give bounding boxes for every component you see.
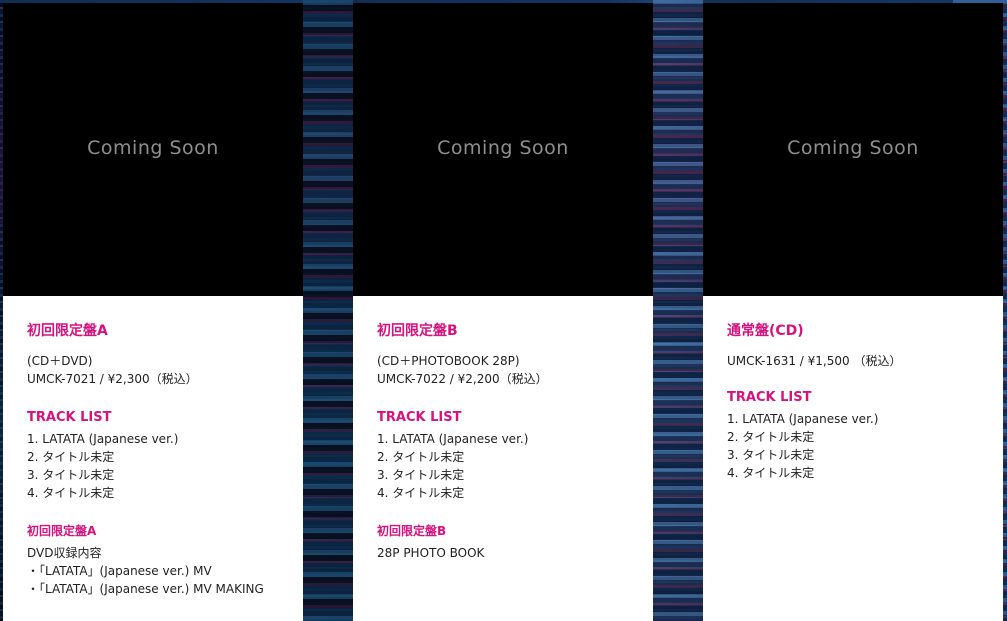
jacket-image-placeholder: Coming Soon (703, 3, 1003, 296)
tracklist-heading: TRACK LIST (727, 390, 812, 405)
edition-info: 初回限定盤B (CD＋PHOTOBOOK 28P) UMCK-7022 / ¥2… (353, 296, 653, 562)
coming-soon-label: Coming Soon (787, 137, 919, 159)
bonus-heading: 初回限定盤A (27, 524, 97, 538)
track-list: 1. LATATA (Japanese ver.) 2. タイトル未定 3. タ… (727, 410, 979, 482)
edition-card-limited-a: Coming Soon 初回限定盤A (CD＋DVD) UMCK-7021 / … (3, 3, 303, 621)
edition-info: 初回限定盤A (CD＋DVD) UMCK-7021 / ¥2,300（税込） T… (3, 296, 303, 598)
track-item: 2. タイトル未定 (377, 450, 465, 464)
track-item: 4. タイトル未定 (377, 486, 465, 500)
edition-title: 初回限定盤A (27, 323, 108, 339)
track-list: 1. LATATA (Japanese ver.) 2. タイトル未定 3. タ… (27, 430, 279, 502)
bonus-line: ・「LATATA」(Japanese ver.) MV MAKING (27, 582, 264, 596)
tracklist-heading: TRACK LIST (27, 410, 112, 425)
track-item: 2. タイトル未定 (27, 450, 115, 464)
track-item: 1. LATATA (Japanese ver.) (27, 432, 179, 446)
edition-card-regular: Coming Soon 通常盤(CD) UMCK-1631 / ¥1,500 （… (703, 3, 1003, 621)
edition-title: 初回限定盤B (377, 323, 458, 339)
bonus-line: ・「LATATA」(Japanese ver.) MV (27, 564, 212, 578)
edition-format: (CD＋PHOTOBOOK 28P) (377, 354, 520, 368)
tracklist-heading: TRACK LIST (377, 410, 462, 425)
edition-catalog-price: UMCK-7022 / ¥2,200（税込） (377, 372, 548, 386)
edition-format: (CD＋DVD) (27, 354, 93, 368)
track-item: 3. タイトル未定 (27, 468, 115, 482)
coming-soon-label: Coming Soon (437, 137, 569, 159)
glitch-band (653, 0, 703, 621)
track-item: 3. タイトル未定 (727, 448, 815, 462)
edition-catalog-price: UMCK-7021 / ¥2,300（税込） (27, 372, 198, 386)
track-item: 2. タイトル未定 (727, 430, 815, 444)
track-item: 4. タイトル未定 (27, 486, 115, 500)
track-item: 1. LATATA (Japanese ver.) (377, 432, 529, 446)
edition-info: 通常盤(CD) UMCK-1631 / ¥1,500 （税込） TRACK LI… (703, 296, 1003, 482)
bonus-line: 28P PHOTO BOOK (377, 546, 485, 560)
edition-title: 通常盤(CD) (727, 323, 804, 339)
glitch-band (303, 0, 353, 621)
bonus-heading: 初回限定盤B (377, 524, 447, 538)
track-list: 1. LATATA (Japanese ver.) 2. タイトル未定 3. タ… (377, 430, 629, 502)
bonus-line: DVD収録内容 (27, 546, 102, 560)
track-item: 1. LATATA (Japanese ver.) (727, 412, 879, 426)
coming-soon-label: Coming Soon (87, 137, 219, 159)
jacket-image-placeholder: Coming Soon (353, 3, 653, 296)
edition-card-limited-b: Coming Soon 初回限定盤B (CD＋PHOTOBOOK 28P) UM… (353, 3, 653, 621)
track-item: 3. タイトル未定 (377, 468, 465, 482)
edition-catalog-price: UMCK-1631 / ¥1,500 （税込） (727, 354, 902, 368)
track-item: 4. タイトル未定 (727, 466, 815, 480)
jacket-image-placeholder: Coming Soon (3, 3, 303, 296)
